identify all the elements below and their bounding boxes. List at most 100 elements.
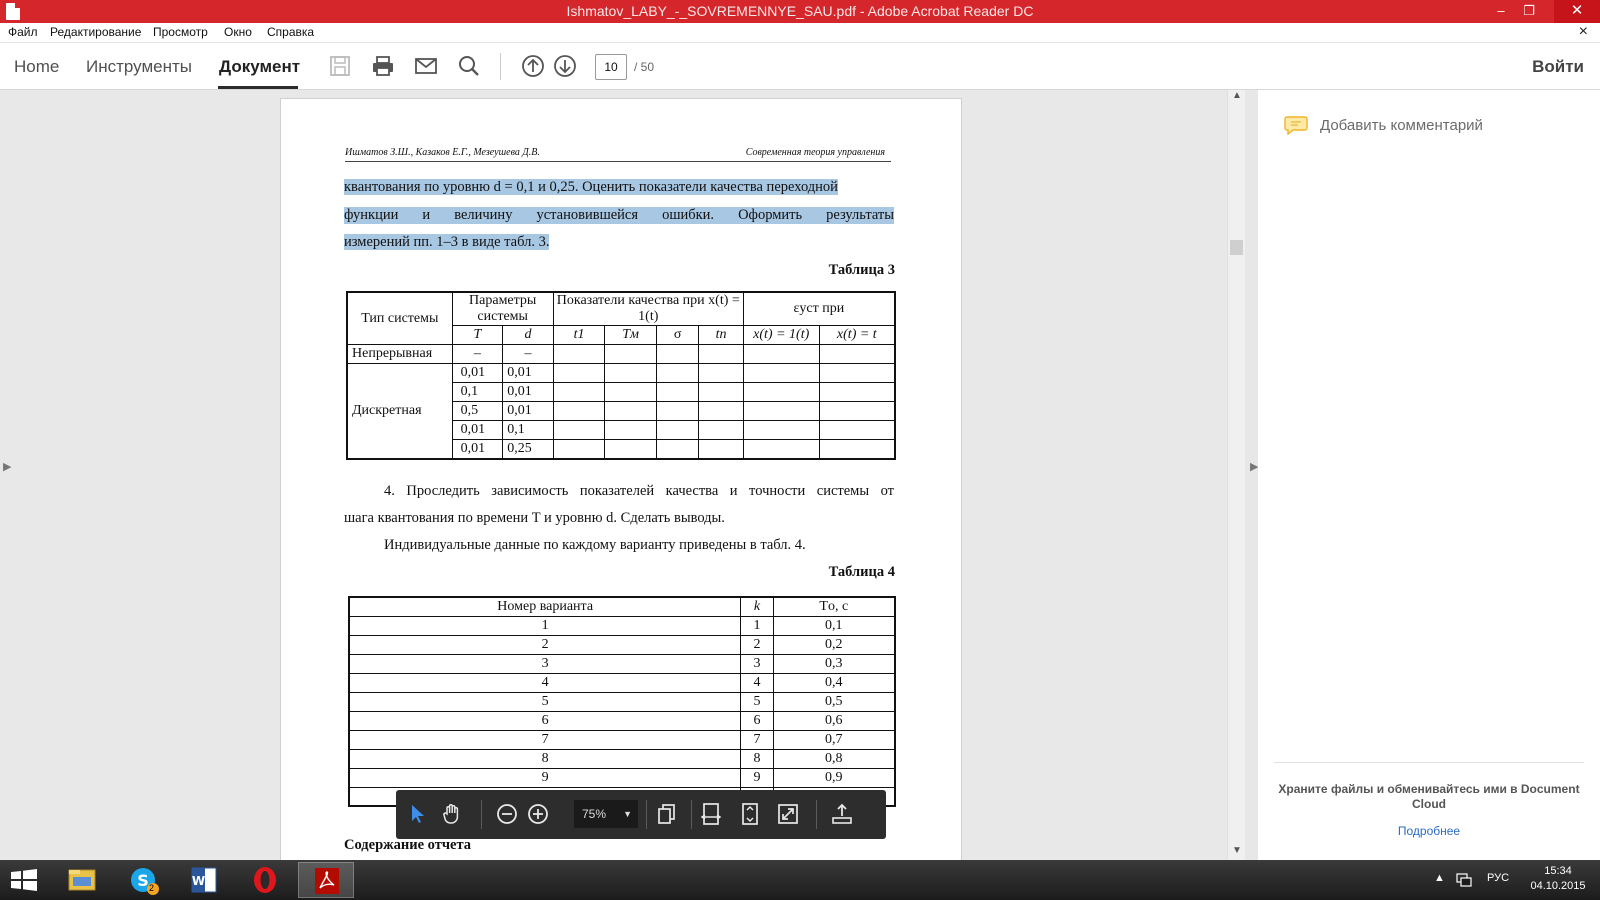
chevron-down-icon: ▼ <box>623 809 632 819</box>
sign-in-button[interactable]: Войти <box>1532 57 1584 77</box>
zoom-in-icon[interactable] <box>526 802 550 826</box>
previous-page-icon[interactable] <box>521 54 545 78</box>
cell: 0,6 <box>772 710 896 731</box>
menu-edit[interactable]: Редактирование <box>50 25 141 39</box>
tray-show-hidden-icon[interactable]: ▲ <box>1434 872 1445 884</box>
paragraph-line: шага квантования по времени T и уровню d… <box>344 510 725 526</box>
cell: 8 <box>740 748 774 769</box>
fit-page-icon[interactable] <box>738 802 762 826</box>
cell: 4 <box>348 672 742 693</box>
learn-more-link[interactable]: Подробнее <box>1278 824 1580 838</box>
paragraph-line: функции и величину установившейся ошибки… <box>344 207 894 224</box>
close-button[interactable]: ✕ <box>1554 0 1600 23</box>
page-thumbnails-icon[interactable] <box>655 802 679 826</box>
table-row: 9 9 0,9 <box>348 767 896 788</box>
language-indicator[interactable]: РУС <box>1487 872 1509 884</box>
acrobat-taskbar-icon[interactable] <box>298 862 354 898</box>
minimize-button[interactable]: – <box>1487 0 1515 23</box>
fit-width-icon[interactable] <box>699 802 723 826</box>
close-document-button[interactable]: × <box>1579 23 1588 41</box>
hand-tool-icon[interactable] <box>440 802 464 826</box>
opera-icon[interactable] <box>237 862 293 898</box>
clock-date: 04.10.2015 <box>1530 880 1586 892</box>
header-T: T <box>451 325 504 345</box>
window-title: Ishmatov_LABY_-_SOVREMENNYE_SAU.pdf - Ad… <box>566 3 1034 19</box>
page-total: / 50 <box>634 60 655 74</box>
cell: 0,5 <box>772 691 896 712</box>
cell: 3 <box>740 653 774 674</box>
share-upload-icon[interactable] <box>830 802 854 826</box>
cell: 0,2 <box>772 634 896 655</box>
acrobat-window: Ishmatov_LABY_-_SOVREMENNYE_SAU.pdf - Ad… <box>0 0 1600 900</box>
floatbar-divider <box>646 800 647 829</box>
table-4: Номер варианта k Tо, с 1 1 0,1 2 2 0,2 3 3 0,3… <box>348 596 896 807</box>
header-steady-state-error: εуст при <box>742 291 896 326</box>
scrollbar-thumb[interactable] <box>1230 240 1243 255</box>
network-icon[interactable] <box>1456 873 1472 887</box>
comment-bubble-icon[interactable] <box>1284 115 1308 135</box>
section-heading: Содержание отчета <box>344 837 472 853</box>
scroll-up-arrow-icon[interactable]: ▲ <box>1231 90 1243 101</box>
zoom-level-select[interactable]: 75% ▼ <box>574 800 638 828</box>
maximize-button[interactable]: ❐ <box>1515 0 1543 23</box>
table-3: Тип системы Параметры системы Показатели… <box>346 291 896 460</box>
cell: 7 <box>740 729 774 750</box>
svg-text:S: S <box>137 871 149 890</box>
menu-help[interactable]: Справка <box>267 25 314 39</box>
running-head: Ишматов З.Ш., Казаков Е.Г., Мезеушева Д.… <box>345 147 891 162</box>
menu-window[interactable]: Окно <box>224 25 252 39</box>
cell: 0,9 <box>772 767 896 788</box>
cell: 6 <box>348 710 742 731</box>
highlighted-text: функции и величину установившейся ошибки… <box>344 207 894 224</box>
header-quality: Показатели качества при x(t) = 1(t) <box>552 291 744 326</box>
system-clock[interactable]: 15:34 04.10.2015 <box>1528 864 1588 894</box>
cell: 0,1 <box>502 420 554 440</box>
document-viewport[interactable]: ▶ Ишматов З.Ш., Казаков Е.Г., Мезеушева … <box>0 90 1245 868</box>
active-tab-indicator <box>218 86 298 89</box>
tab-document[interactable]: Документ <box>219 57 300 77</box>
header-x-ramp: x(t) = t <box>818 325 896 345</box>
zoom-out-icon[interactable] <box>495 802 519 826</box>
header-To: Tо, с <box>772 596 896 617</box>
comment-pane: Добавить комментарий Храните файлы и обм… <box>1258 90 1600 860</box>
cell: – <box>502 344 554 364</box>
next-page-icon[interactable] <box>553 54 577 78</box>
windows-taskbar: S 2 W ▲ РУС 15:34 04.10.2015 <box>0 860 1600 900</box>
pdf-page: Ишматов З.Ш., Казаков Е.Г., Мезеушева Д.… <box>280 98 962 868</box>
scroll-down-arrow-icon[interactable]: ▼ <box>1231 845 1243 856</box>
menu-view[interactable]: Просмотр <box>153 25 208 39</box>
email-icon[interactable] <box>414 54 438 78</box>
tab-tools[interactable]: Инструменты <box>86 57 192 77</box>
skype-icon[interactable]: S 2 <box>115 862 171 898</box>
cell: 0,25 <box>502 439 554 459</box>
header-t1: t1 <box>552 325 606 345</box>
paragraph-line: Индивидуальные данные по каждому вариант… <box>384 537 806 553</box>
select-cursor-icon[interactable] <box>406 802 430 826</box>
full-screen-icon[interactable] <box>776 802 800 826</box>
floatbar-divider <box>481 800 482 829</box>
floating-toolbar: 75% ▼ <box>396 790 886 839</box>
windows-start-icon[interactable] <box>10 868 38 892</box>
save-icon[interactable] <box>328 54 352 78</box>
cell: 0,01 <box>502 401 554 421</box>
cell: 6 <box>740 710 774 731</box>
left-pane-toggle-icon[interactable]: ▶ <box>3 460 11 473</box>
file-explorer-icon[interactable] <box>54 862 110 898</box>
menu-file[interactable]: Файл <box>8 25 38 39</box>
cell: 9 <box>348 767 742 788</box>
tab-home[interactable]: Home <box>14 57 59 77</box>
table-row: Дискретная 0,01 0,01 <box>346 363 896 459</box>
cell: 5 <box>740 691 774 712</box>
header-Tm: Tм <box>604 325 657 345</box>
print-icon[interactable] <box>371 54 395 78</box>
add-comment-button[interactable]: Добавить комментарий <box>1320 117 1483 134</box>
vertical-scrollbar[interactable]: ▲ ▼ <box>1227 90 1245 860</box>
running-head-authors: Ишматов З.Ш., Казаков Е.Г., Мезеушева Д.… <box>345 147 540 158</box>
page-number-input[interactable]: 10 <box>595 54 627 80</box>
table-row: 4 4 0,4 <box>348 672 896 693</box>
word-icon[interactable]: W <box>176 862 232 898</box>
cell: 0,3 <box>772 653 896 674</box>
cell: 0,8 <box>772 748 896 769</box>
search-icon[interactable] <box>457 54 481 78</box>
document-cloud-promo: Храните файлы и обменивайтесь ими в Docu… <box>1278 782 1580 811</box>
